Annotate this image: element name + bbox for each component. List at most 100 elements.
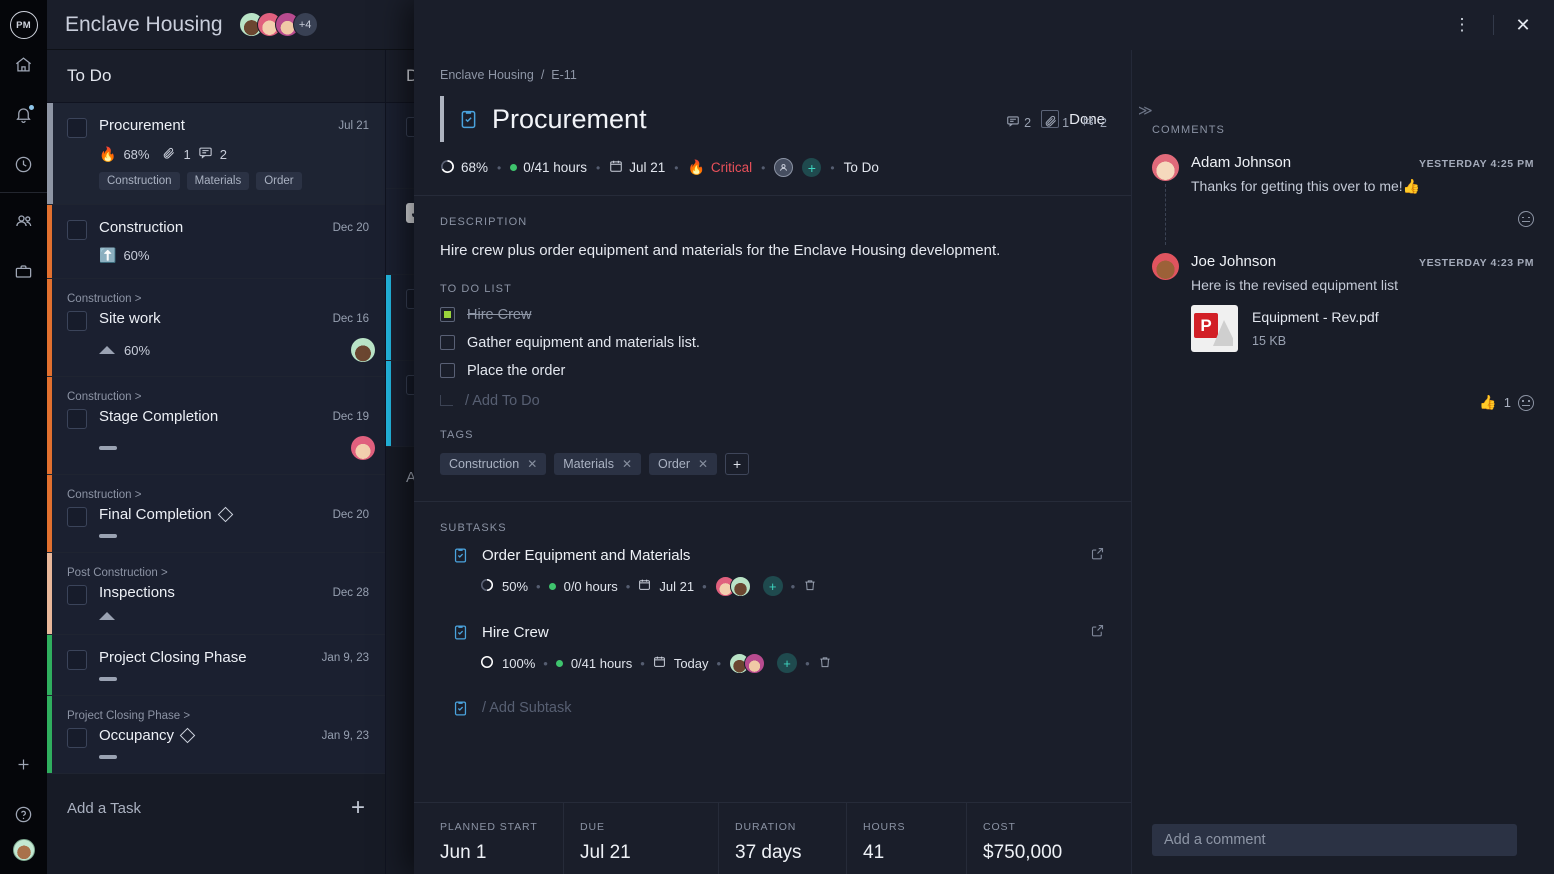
task-checkbox[interactable] [67,118,87,138]
remove-tag-icon[interactable]: ✕ [622,457,632,471]
task-header-row: Inspections Dec 28 [67,584,369,605]
app-logo[interactable]: PM [9,11,38,39]
thumbsup-icon[interactable]: 👍 [1479,394,1496,411]
help-icon[interactable] [0,789,47,839]
task-card-final-completion[interactable]: Construction > Final Completion Dec 20 [47,475,385,553]
bell-icon[interactable] [0,89,47,139]
todo-item[interactable]: Hire Crew [440,307,1105,323]
task-title: Project Closing Phase [99,649,247,666]
comment-count-group[interactable]: 2 [1006,114,1031,131]
task-checkbox[interactable] [67,585,87,605]
delete-subtask-icon[interactable] [803,578,817,595]
status-item[interactable]: To Do [844,160,879,175]
hours-item[interactable]: 0/41 hours [510,160,587,175]
task-card-procurement[interactable]: Procurement Jul 21 🔥 68% 1 2 Constructio… [47,103,385,205]
stat-value[interactable]: 37 days [735,842,846,864]
add-reaction-icon[interactable] [1518,394,1534,411]
priority-value: Critical [710,160,753,175]
collapse-panel-icon[interactable]: ≫ [1138,102,1153,119]
task-tag[interactable]: Construction [99,172,180,190]
subtask-row[interactable]: Hire Crew 100% • 0/41 hours • Today • + … [452,623,1105,674]
due-date-item[interactable]: Jul 21 [609,159,665,176]
people-icon[interactable] [0,196,47,246]
add-task-button[interactable]: Add a Task + [47,774,385,842]
add-reaction-icon[interactable] [1518,211,1534,227]
todo-item[interactable]: Place the order [440,363,1105,379]
subtask-tree-icon [1082,114,1096,131]
delete-subtask-icon[interactable] [818,655,832,672]
comment-attachment[interactable]: P Equipment - Rev.pdf 15 KB [1191,305,1534,352]
task-card-stage-completion[interactable]: Construction > Stage Completion Dec 19 [47,377,385,475]
close-icon[interactable]: ✕ [1510,12,1536,38]
stat-value[interactable]: Jul 21 [580,842,718,864]
task-checkbox[interactable] [67,409,87,429]
subtask-row[interactable]: Order Equipment and Materials 50% • 0/0 … [452,546,1105,597]
todo-checkbox[interactable] [440,335,455,350]
comment-reactions[interactable]: 👍 1 [1191,394,1534,411]
tag-chip[interactable]: Materials ✕ [554,452,642,475]
add-assignee-button[interactable]: + [802,158,822,177]
add-assignee-button[interactable]: + [762,576,783,596]
member-avatar-stack[interactable]: +4 [238,12,318,37]
task-card-project-closing-phase[interactable]: Project Closing Phase Jan 9, 23 [47,635,385,696]
task-card-site-work[interactable]: Construction > Site work Dec 16 60% [47,279,385,377]
todo-checkbox-checked[interactable] [440,307,455,322]
todo-item[interactable]: Gather equipment and materials list. [440,335,1105,351]
stat-value[interactable]: 41 [863,842,966,864]
attachment-count-group[interactable]: 1 [1044,114,1069,131]
avatar[interactable] [729,575,751,597]
task-checkbox[interactable] [67,220,87,240]
open-subtask-icon[interactable] [1090,546,1105,566]
user-avatar[interactable] [12,839,35,861]
subtask-count-group[interactable]: 2 [1082,114,1107,131]
task-checkbox[interactable] [67,650,87,670]
add-assignee-button[interactable]: + [777,653,798,673]
stat-value[interactable]: Jun 1 [440,842,563,864]
stat-label: HOURS [863,821,906,833]
priority-item[interactable]: 🔥 Critical [687,159,752,176]
description-text[interactable]: Hire crew plus order equipment and mater… [440,240,1105,263]
avatar[interactable] [1152,154,1179,181]
add-todo-button[interactable]: / Add To Do [440,393,1105,409]
task-card-construction[interactable]: Construction Dec 20 ⬆️ 60% [47,205,385,279]
subtask-assignees[interactable] [714,575,751,597]
assignee-placeholder-icon[interactable] [774,158,794,177]
task-tag[interactable]: Materials [186,172,250,190]
subtask-assignees[interactable] [729,652,766,674]
avatar[interactable] [351,338,375,362]
attachment-name[interactable]: Equipment - Rev.pdf [1252,309,1379,325]
tag-chip[interactable]: Order ✕ [649,452,718,475]
calendar-icon [609,159,623,176]
open-subtask-icon[interactable] [1090,623,1105,643]
todo-checkbox[interactable] [440,363,455,378]
task-card-inspections[interactable]: Post Construction > Inspections Dec 28 [47,553,385,635]
remove-tag-icon[interactable]: ✕ [527,457,537,471]
progress-item[interactable]: 68% [440,159,488,177]
add-subtask-button[interactable]: / Add Subtask [452,700,1105,717]
breadcrumb-code[interactable]: E-11 [551,68,576,82]
remove-tag-icon[interactable]: ✕ [698,457,708,471]
avatar[interactable] [1152,253,1179,280]
task-checkbox[interactable] [67,507,87,527]
breadcrumb-project[interactable]: Enclave Housing [440,68,534,82]
subtask-count: 2 [1100,115,1107,130]
plus-icon[interactable]: + [351,796,365,820]
stat-value[interactable]: $750,000 [983,842,1131,864]
home-icon[interactable] [0,39,47,89]
more-options-icon[interactable]: ⋮ [1447,10,1477,40]
briefcase-icon[interactable] [0,246,47,296]
plus-icon[interactable] [0,739,47,789]
avatar[interactable] [744,652,766,674]
task-card-occupancy[interactable]: Project Closing Phase > Occupancy Jan 9,… [47,696,385,774]
comment-input[interactable]: Add a comment [1152,824,1517,856]
avatar-overflow[interactable]: +4 [292,12,318,37]
task-title: Stage Completion [99,408,219,425]
add-tag-button[interactable]: + [725,452,750,475]
comment-reactions[interactable] [1191,211,1534,227]
task-tag[interactable]: Order [256,172,302,190]
task-checkbox[interactable] [67,311,87,331]
tag-chip[interactable]: Construction ✕ [440,452,547,475]
task-checkbox[interactable] [67,728,87,748]
clock-icon[interactable] [0,139,47,189]
avatar[interactable] [351,436,375,460]
